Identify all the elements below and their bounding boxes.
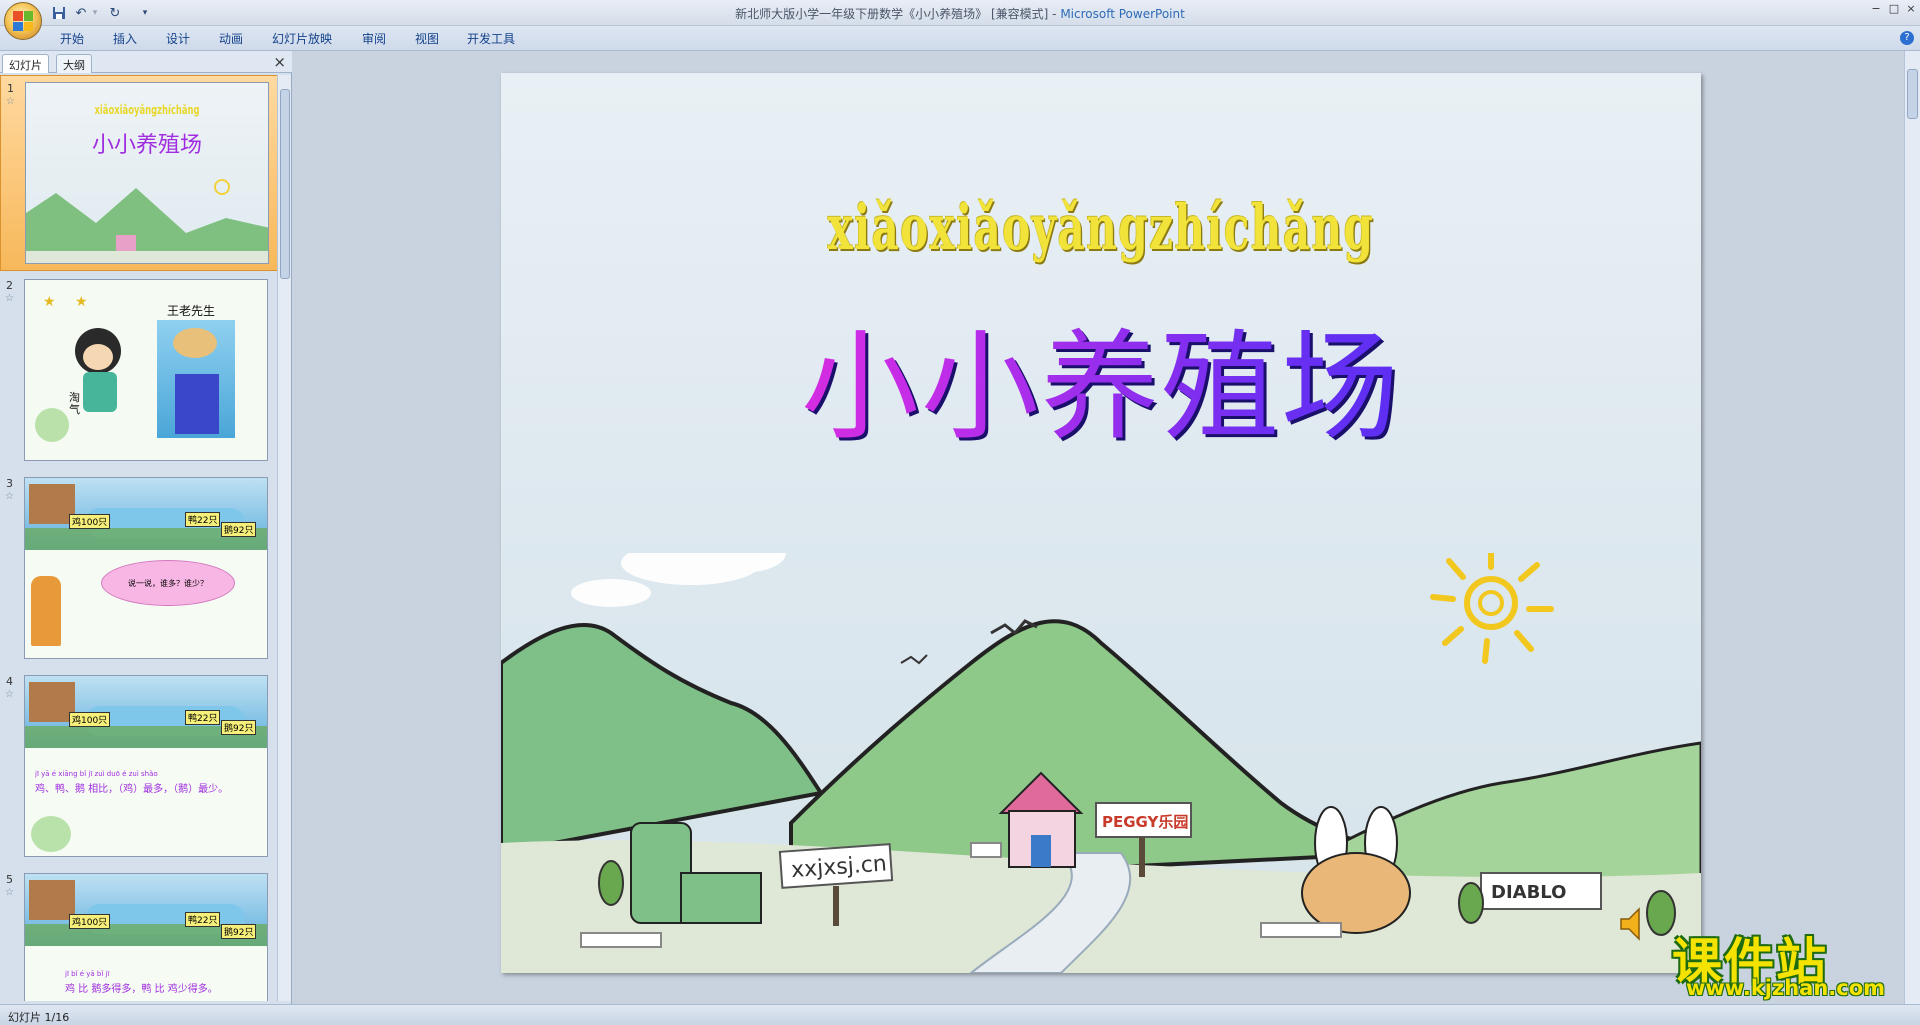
slide-pinyin-title[interactable]: xiǎoxiǎoyǎngzhíchǎng [693,191,1509,264]
boy-image [75,328,121,374]
farm-scene [25,676,267,748]
watermark: 课件站 www.kjzhan.com [1672,922,1904,1002]
animation-star-icon: ☆ [5,491,14,502]
count-label-duck: 鸭22只 [185,710,221,725]
tab-insert[interactable]: 插入 [113,30,137,47]
count-label-goose: 鹅92只 [221,720,257,735]
thumb-sentence: 鸡、鸭、鹅 相比，（鸡）最多，（鹅）最少。 [35,784,229,795]
thumb-landscape [26,179,268,263]
watermark-url: www.kjzhan.com [1686,976,1886,1000]
tab-review[interactable]: 审阅 [362,30,386,47]
count-label-chicken: 鸡100只 [69,914,111,929]
star-icon: ★ [43,294,56,310]
slide-number: 2 [6,279,13,292]
thumb-title: 小小养殖场 [91,133,202,158]
slide-title[interactable]: 小小养殖场 [501,291,1701,462]
slide-number: 3 [6,477,13,490]
star-icon: ★ [75,294,88,310]
count-label-goose: 鹅92只 [221,924,257,939]
thumbnail-scrollbar[interactable] [277,75,291,1001]
tab-design[interactable]: 设计 [166,30,190,47]
thumb-pinyin: jī bǐ é yā bǐ jī [65,970,110,978]
bird-image [900,654,928,665]
sign-diablo: DIABLO [1480,872,1602,910]
slide-thumbnail-list: 1 ☆ xiǎoxiǎoyǎngzhíchǎng 小小养殖场 2 ☆ ★ ★ 王… [0,75,278,1001]
count-label-chicken: 鸡100只 [69,514,111,529]
animation-star-icon: ☆ [5,887,14,898]
grandpa-image [157,320,235,438]
count-label-goose: 鹅92只 [221,522,257,537]
slide-thumbnail-2[interactable]: 2 ☆ ★ ★ 王老先生 淘气 [0,273,278,469]
animation-star-icon: ☆ [5,689,14,700]
landscape-illustration: xxjxsj.cn PEGGY乐园 DIABLO [501,553,1701,973]
count-label-chicken: 鸡100只 [69,712,111,727]
tab-animations[interactable]: 动画 [219,30,243,47]
slide-preview: 鸡100只 鸭22只 鹅92只 jī bǐ é yā bǐ jī 鸡 比 鹅多得… [24,873,268,1001]
slide-number: 4 [6,675,13,688]
window-title: 新北师大版小学一年级下册数学《小小养殖场》 [兼容模式] - Microsoft… [735,7,1185,21]
slide-preview: 鸡100只 鸭22只 鹅92只 说一说，谁多？谁少？ [24,477,268,659]
thumb-sentence: 鸡 比 鹅多得多，鸭 比 鸡少得多。 [65,984,218,995]
tab-developer[interactable]: 开发工具 [467,30,515,47]
office-button[interactable] [4,2,42,40]
animation-star-icon: ☆ [5,293,14,304]
rabbit-house-image [1301,806,1411,934]
count-label-duck: 鸭22只 [185,512,221,527]
close-button[interactable]: × [1903,2,1919,16]
close-pane-icon[interactable]: × [273,53,286,71]
help-icon[interactable]: ? [1900,31,1914,45]
office-logo-icon [13,11,33,31]
slide-editor: xiǎoxiǎoyǎngzhíchǎng 小小养殖场 xxjxsj.cn PEG… [293,51,1900,1004]
animation-star-icon: ☆ [6,96,15,107]
slide-thumbnail-4[interactable]: 4 ☆ 鸡100只 鸭22只 鹅92只 jī yā é xiāng bǐ jī … [0,669,278,865]
ribbon-tab-bar: 开始 插入 设计 动画 幻灯片放映 审阅 视图 开发工具 ? [0,26,1920,51]
tab-slides[interactable]: 幻灯片 [2,54,49,73]
scrollbar-thumb[interactable] [280,89,290,279]
svg-text:DIABLO: DIABLO [1491,882,1566,903]
current-slide[interactable]: xiǎoxiǎoyǎngzhíchǎng 小小养殖场 xxjxsj.cn PEG… [501,73,1701,973]
slide-thumbnail-3[interactable]: 3 ☆ 鸡100只 鸭22只 鹅92只 说一说，谁多？谁少？ [0,471,278,667]
tower-image [630,822,762,924]
speech-bubble: 说一说，谁多？谁少？ [101,560,235,606]
slide-thumbnail-1[interactable]: 1 ☆ xiǎoxiǎoyǎngzhíchǎng 小小养殖场 [0,75,278,271]
minimize-button[interactable]: − [1868,2,1884,16]
slide-preview: ★ ★ 王老先生 淘气 [24,279,268,461]
boy-shirt [83,372,117,412]
slide-thumbnail-5[interactable]: 5 ☆ 鸡100只 鸭22只 鹅92只 jī bǐ é yā bǐ jī 鸡 比… [0,867,278,1001]
slide-scrollbar[interactable] [1904,51,1920,1004]
thumb-label: 淘气 [69,391,80,416]
slide-counter: 幻灯片 1/16 [8,1011,70,1024]
slide-preview: xiǎoxiǎoyǎngzhíchǎng 小小养殖场 [25,82,269,264]
tab-outline[interactable]: 大纲 [56,54,92,73]
status-bar: 幻灯片 1/16 [0,1004,1920,1025]
sun-image [1430,553,1554,664]
farm-scene [25,478,267,550]
mountain-left [501,623,825,856]
slide-number: 5 [6,873,13,886]
tab-slideshow[interactable]: 幻灯片放映 [272,30,332,47]
maximize-button[interactable]: □ [1886,2,1902,16]
slides-pane: 幻灯片 大纲 × 1 ☆ xiǎoxiǎoyǎngzhíchǎng 小小养殖场 … [0,51,292,1004]
child-image [31,576,61,646]
title-bar: ↶ ▾ ↻ ▾ 新北师大版小学一年级下册数学《小小养殖场》 [兼容模式] - M… [0,0,1920,40]
thumb-pinyin: xiǎoxiǎoyǎngzhíchǎng [94,103,200,117]
tab-home[interactable]: 开始 [60,30,84,47]
tab-view[interactable]: 视图 [415,30,439,47]
thumb-caption: 王老先生 [167,304,216,318]
cloud-image [571,553,786,607]
pane-tabs: 幻灯片 大纲 × [0,51,292,73]
slide-preview: 鸡100只 鸭22只 鹅92只 jī yā é xiāng bǐ jī zuì … [24,675,268,857]
clover-image [35,408,69,442]
clover-image [31,816,71,852]
thumb-pinyin: jī yā é xiāng bǐ jī zuì duō é zuì shǎo [35,770,158,778]
slide-number: 1 [7,82,14,95]
scrollbar-thumb[interactable] [1907,69,1918,119]
count-label-duck: 鸭22只 [185,912,221,927]
svg-text:PEGGY乐园: PEGGY乐园 [1102,813,1188,831]
